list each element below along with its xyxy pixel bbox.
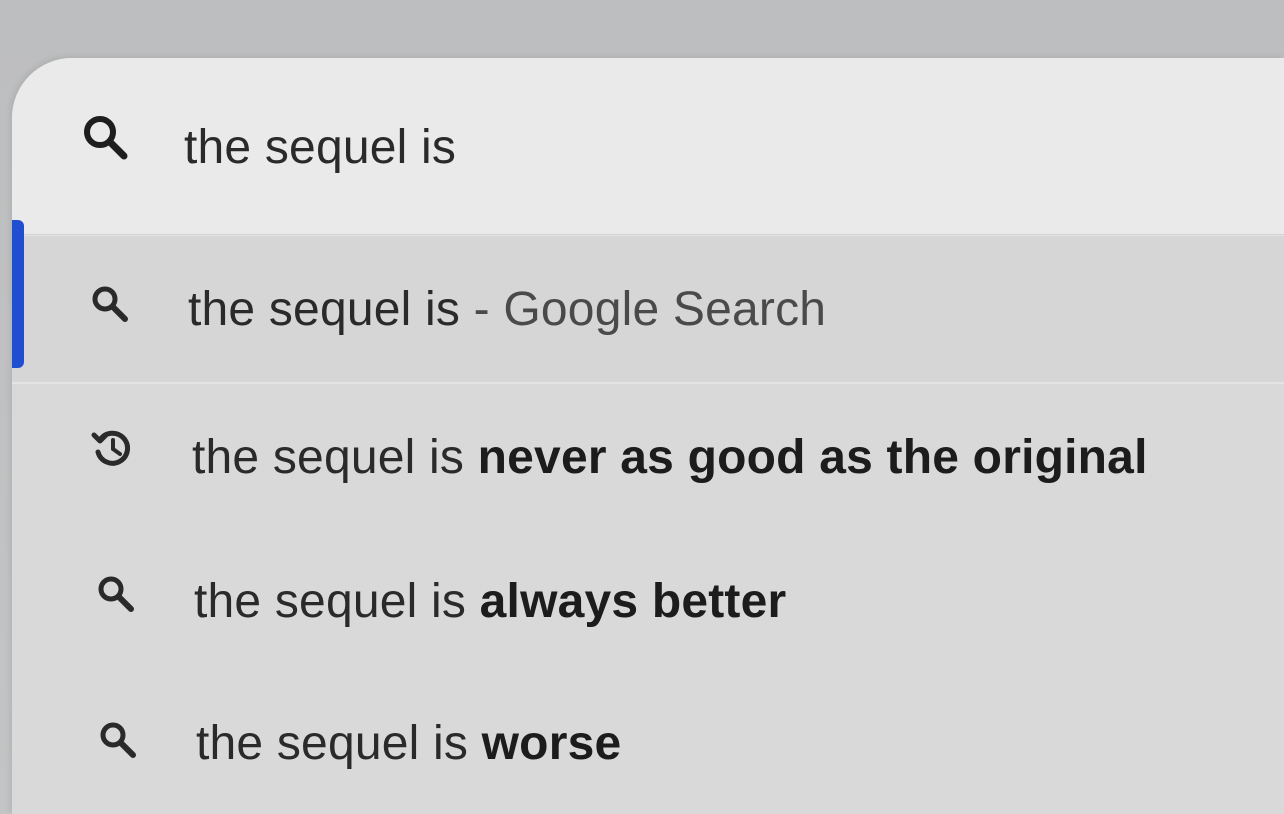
suggestion-prefix: the sequel is	[188, 283, 461, 336]
search-icon	[100, 722, 136, 758]
suggestion-text: the sequel is worse	[196, 716, 621, 771]
selection-indicator	[12, 220, 24, 368]
search-icon	[92, 286, 128, 322]
search-icon	[98, 576, 134, 612]
suggestion-text: the sequel is - Google Search	[188, 282, 826, 337]
suggestion-prefix: the sequel is	[194, 575, 467, 628]
suggestion-secondary: - Google Search	[460, 283, 827, 336]
suggestion-text: the sequel is never as good as the origi…	[192, 430, 1148, 485]
suggestion-prefix: the sequel is	[196, 717, 469, 770]
omnibox-input-row[interactable]: the sequel is	[12, 58, 1284, 235]
omnibox-dropdown: the sequel is the sequel is - Google Sea…	[12, 58, 1284, 814]
suggestion-prefix: the sequel is	[192, 431, 465, 484]
suggestion-completion: always better	[466, 575, 787, 628]
omnibox-query-text[interactable]: the sequel is	[184, 120, 456, 175]
suggestion-item-always-better[interactable]: the sequel is always better	[12, 530, 1284, 676]
suggestion-text: the sequel is always better	[194, 574, 786, 629]
suggestion-item-worse[interactable]: the sequel is worse	[12, 676, 1284, 814]
suggestion-completion: worse	[468, 717, 622, 770]
suggestion-completion: never as good as the original	[464, 431, 1148, 484]
screen-background: the sequel is the sequel is - Google Sea…	[0, 0, 1284, 814]
suggestion-item-google-search[interactable]: the sequel is - Google Search	[12, 236, 1284, 382]
suggestion-item-history[interactable]: the sequel is never as good as the origi…	[12, 384, 1284, 530]
history-icon	[91, 430, 131, 466]
search-icon	[84, 116, 128, 160]
